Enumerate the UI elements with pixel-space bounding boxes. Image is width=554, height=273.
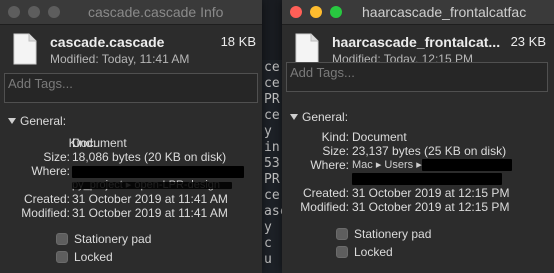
redacted-path-line-2 bbox=[72, 182, 232, 189]
where-label: Where: bbox=[31, 164, 70, 178]
redacted-path-line-1 bbox=[72, 166, 244, 178]
where-value: Mac ▸ Users ▸ bbox=[352, 159, 422, 171]
general-section-toggle[interactable]: General: bbox=[290, 110, 348, 124]
locked-label: Locked bbox=[74, 250, 113, 264]
locked-checkbox[interactable]: Locked bbox=[336, 245, 393, 259]
modified-value: 31 October 2019 at 12:15 PM bbox=[352, 200, 510, 214]
stationery-pad-checkbox[interactable]: Stationery pad bbox=[56, 232, 151, 246]
checkbox-icon[interactable] bbox=[336, 228, 348, 240]
redacted-path-line-2 bbox=[352, 173, 502, 185]
stationery-pad-checkbox[interactable]: Stationery pad bbox=[336, 227, 431, 241]
file-size: 18 KB bbox=[220, 34, 256, 49]
where-row: Where: bbox=[282, 158, 349, 172]
file-name: haarcascade_frontalcat... bbox=[332, 34, 500, 50]
modified-value: 31 October 2019 at 11:41 AM bbox=[72, 206, 228, 220]
file-header: cascade.cascade 18 KB Modified: Today, 1… bbox=[0, 25, 262, 73]
info-window-haarcascade: haarcascade_frontalcatfac haarcascade_fr… bbox=[282, 0, 554, 273]
size-value: 23,137 bytes (25 KB on disk) bbox=[352, 144, 507, 158]
close-button[interactable] bbox=[290, 6, 302, 18]
window-title: cascade.cascade Info bbox=[88, 4, 224, 20]
modified-label: Modified: bbox=[21, 206, 70, 220]
zoom-button[interactable] bbox=[330, 6, 342, 18]
close-button[interactable] bbox=[8, 6, 20, 18]
modified-label: Modified: bbox=[300, 200, 349, 214]
redacted-path-line-1 bbox=[422, 159, 512, 171]
created-value: 31 October 2019 at 12:15 PM bbox=[352, 186, 510, 200]
document-icon bbox=[13, 33, 37, 65]
title-bar[interactable]: cascade.cascade Info bbox=[0, 0, 262, 25]
kind-value: Document bbox=[72, 136, 127, 150]
created-value: 31 October 2019 at 11:41 AM bbox=[72, 192, 228, 206]
disclosure-triangle-icon[interactable] bbox=[290, 114, 298, 120]
size-value: 18,086 bytes (20 KB on disk) bbox=[72, 150, 227, 164]
kind-label: Kind: bbox=[321, 130, 349, 144]
modified-row: Modified: bbox=[0, 206, 70, 220]
file-name: cascade.cascade bbox=[50, 34, 165, 50]
kind-row: Kind: bbox=[282, 130, 349, 144]
size-row: Size: bbox=[0, 150, 70, 164]
checkbox-icon[interactable] bbox=[336, 246, 348, 258]
section-label: General: bbox=[20, 114, 67, 128]
title-bar[interactable]: haarcascade_frontalcatfac bbox=[282, 0, 554, 25]
general-section-toggle[interactable]: General: bbox=[8, 114, 66, 128]
where-label: Where: bbox=[310, 158, 349, 172]
size-label: Size: bbox=[43, 150, 70, 164]
minimize-button[interactable] bbox=[310, 6, 322, 18]
document-icon bbox=[295, 33, 319, 65]
traffic-lights bbox=[8, 6, 60, 18]
size-row: Size: bbox=[282, 144, 349, 158]
locked-label: Locked bbox=[354, 245, 393, 259]
created-label: Created: bbox=[302, 186, 349, 200]
modified-summary: Modified: Today, 11:41 AM bbox=[50, 52, 190, 66]
file-size: 23 KB bbox=[510, 34, 546, 49]
zoom-button[interactable] bbox=[48, 6, 60, 18]
traffic-lights bbox=[290, 6, 342, 18]
created-row: Created: bbox=[282, 186, 349, 200]
checkbox-icon[interactable] bbox=[56, 233, 68, 245]
created-row: Created: bbox=[0, 192, 70, 206]
disclosure-triangle-icon[interactable] bbox=[8, 118, 16, 124]
checkbox-icon[interactable] bbox=[56, 251, 68, 263]
size-label: Size: bbox=[322, 144, 349, 158]
section-label: General: bbox=[302, 110, 349, 124]
desktop: ce ce PR ce y in 53 PR ce asc y c u casc… bbox=[0, 0, 554, 273]
created-label: Created: bbox=[23, 192, 70, 206]
minimize-button[interactable] bbox=[28, 6, 40, 18]
stationery-label: Stationery pad bbox=[354, 227, 432, 241]
tags-input[interactable]: Add Tags... bbox=[286, 62, 548, 92]
kind-value: Document bbox=[352, 130, 407, 144]
stationery-label: Stationery pad bbox=[74, 232, 152, 246]
where-row: Where: bbox=[0, 164, 70, 178]
window-title: haarcascade_frontalcatfac bbox=[362, 4, 527, 20]
locked-checkbox[interactable]: Locked bbox=[56, 250, 113, 264]
tags-input[interactable]: Add Tags... bbox=[4, 73, 258, 103]
info-window-cascade: cascade.cascade Info cascade.cascade 18 … bbox=[0, 0, 262, 273]
modified-row: Modified: bbox=[282, 200, 349, 214]
